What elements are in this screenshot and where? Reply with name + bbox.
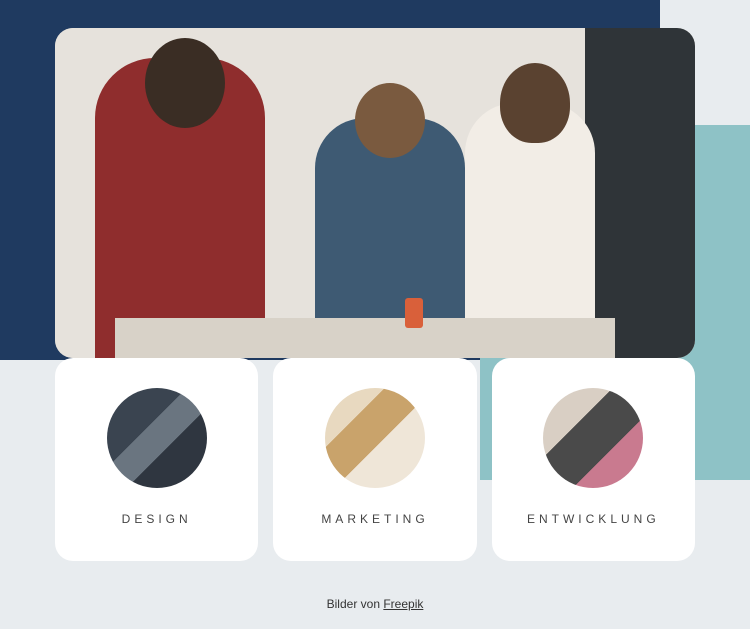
card-entwicklung[interactable]: ENTWICKLUNG (492, 358, 695, 561)
credit-link[interactable]: Freepik (383, 597, 423, 611)
credit-prefix: Bilder von (327, 597, 384, 611)
card-image-design (107, 388, 207, 488)
card-title: ENTWICKLUNG (527, 512, 660, 526)
card-marketing[interactable]: MARKETING (273, 358, 476, 561)
card-image-marketing (325, 388, 425, 488)
hero-team-image (55, 28, 695, 358)
card-design[interactable]: DESIGN (55, 358, 258, 561)
card-title: DESIGN (122, 512, 192, 526)
card-image-entwicklung (543, 388, 643, 488)
image-credit: Bilder von Freepik (0, 597, 750, 611)
card-title: MARKETING (321, 512, 428, 526)
service-cards-row: DESIGN MARKETING ENTWICKLUNG (55, 358, 695, 561)
